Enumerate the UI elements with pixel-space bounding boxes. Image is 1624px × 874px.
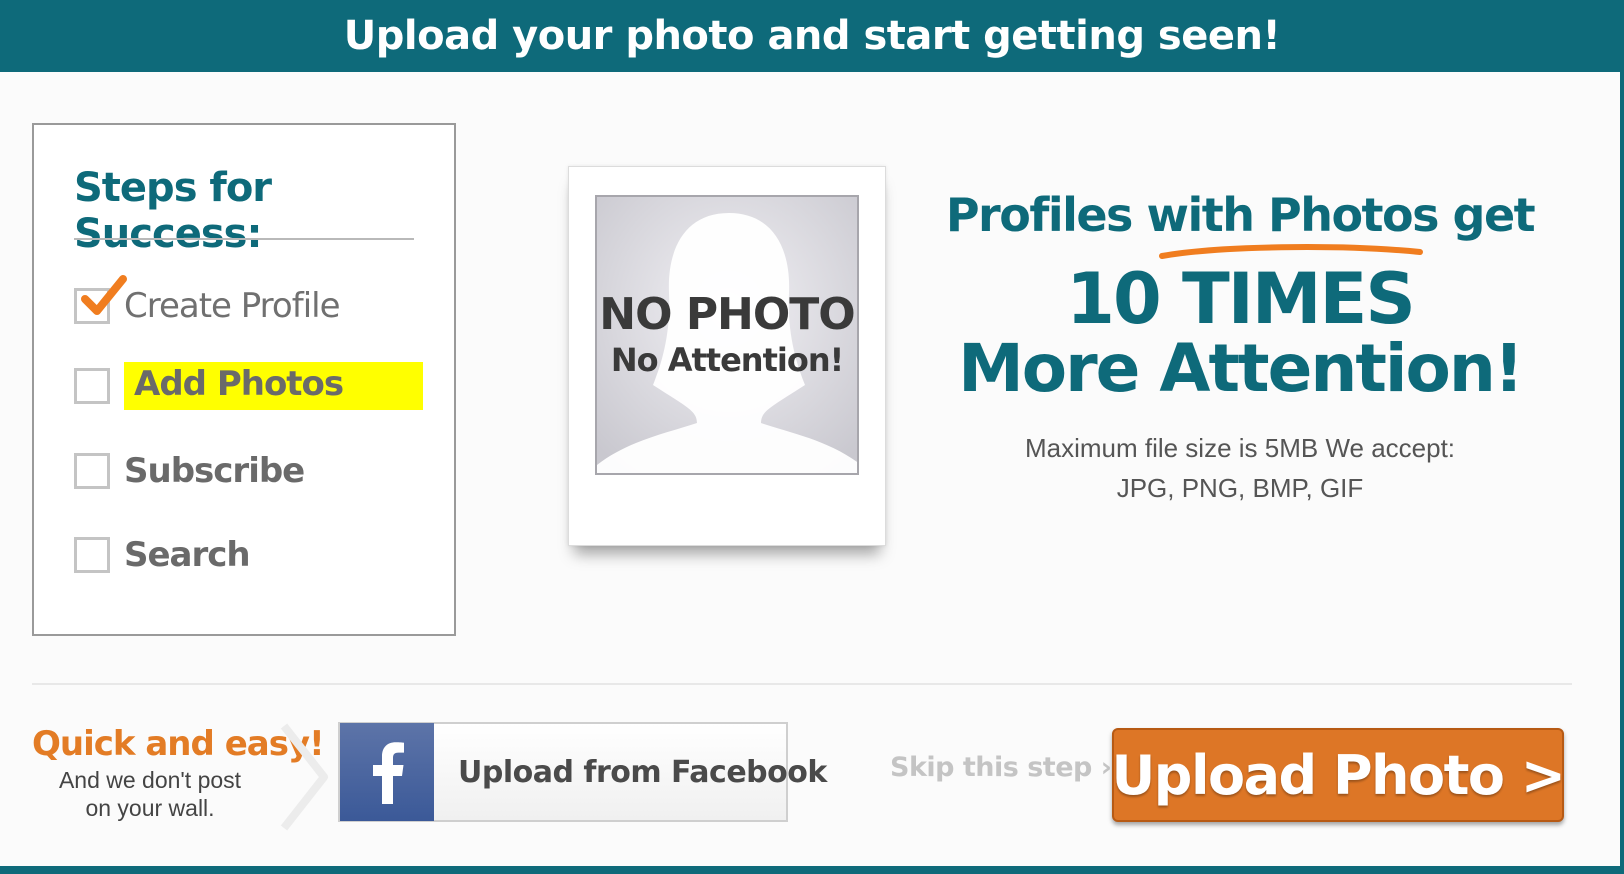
promo-headline: Profiles with Photos get — [940, 188, 1540, 242]
no-photo-image: NO PHOTO No Attention! — [595, 195, 859, 475]
upload-photo-button[interactable]: Upload Photo > — [1111, 728, 1566, 822]
no-photo-text: NO PHOTO — [599, 289, 855, 340]
file-size-text: Maximum file size is 5MB We accept: — [1024, 433, 1456, 463]
facebook-icon — [340, 723, 434, 821]
step-label: Search — [124, 535, 251, 575]
promo-more-attention: More Attention! — [958, 330, 1524, 407]
facebook-button-label: Upload from Facebook — [458, 754, 827, 790]
main-panel: Steps for Success: Create Profile Add Ph… — [0, 72, 1620, 866]
checkmark-icon — [81, 275, 127, 315]
file-requirements: Maximum file size is 5MB We accept: JPG,… — [990, 428, 1490, 508]
photo-placeholder-frame: NO PHOTO No Attention! — [568, 166, 886, 546]
step-search: Search — [74, 532, 251, 578]
steps-box: Steps for Success: Create Profile Add Ph… — [32, 123, 456, 636]
create-profile-checkbox[interactable] — [74, 275, 127, 324]
subscribe-checkbox[interactable] — [74, 453, 110, 489]
quick-sub-line1: And we don't post — [58, 767, 242, 793]
steps-title: Steps for Success: — [74, 165, 272, 257]
step-label: Subscribe — [124, 451, 305, 491]
quick-sub-line2: on your wall. — [85, 795, 215, 821]
current-step-highlight: Add Photos — [124, 362, 424, 410]
upload-from-facebook-button[interactable]: Upload from Facebook — [338, 722, 827, 822]
promo-ten-times: 10 TIMES — [1066, 258, 1415, 340]
step-add-photos: Add Photos — [74, 362, 424, 410]
step-label: Create Profile — [124, 286, 340, 326]
file-types-text: JPG, PNG, BMP, GIF — [1116, 473, 1364, 503]
step-label: Add Photos — [134, 364, 344, 404]
add-photos-checkbox[interactable] — [74, 368, 110, 404]
bottom-border — [0, 866, 1624, 874]
quick-easy-title: Quick and easy! — [32, 724, 325, 764]
page-title: Upload your photo and start getting seen… — [343, 13, 1281, 59]
step-create-profile: Create Profile — [74, 275, 340, 329]
section-divider — [32, 683, 1572, 685]
no-attention-text: No Attention! — [610, 341, 844, 379]
steps-divider — [74, 238, 414, 240]
search-checkbox[interactable] — [74, 537, 110, 573]
quick-easy-subtitle: And we don't post on your wall. — [40, 766, 260, 822]
step-subscribe: Subscribe — [74, 448, 305, 494]
header-bar: Upload your photo and start getting seen… — [0, 0, 1624, 72]
right-border — [1620, 72, 1624, 874]
skip-step-link[interactable]: Skip this step › — [890, 752, 1112, 783]
upload-button-label: Upload Photo > — [1111, 743, 1566, 807]
promo-prefix: Profiles — [945, 188, 1147, 242]
chevron-right-icon — [280, 723, 328, 831]
promo-emphasis: with Photos — [1146, 188, 1439, 242]
promo-suffix: get — [1438, 188, 1536, 242]
